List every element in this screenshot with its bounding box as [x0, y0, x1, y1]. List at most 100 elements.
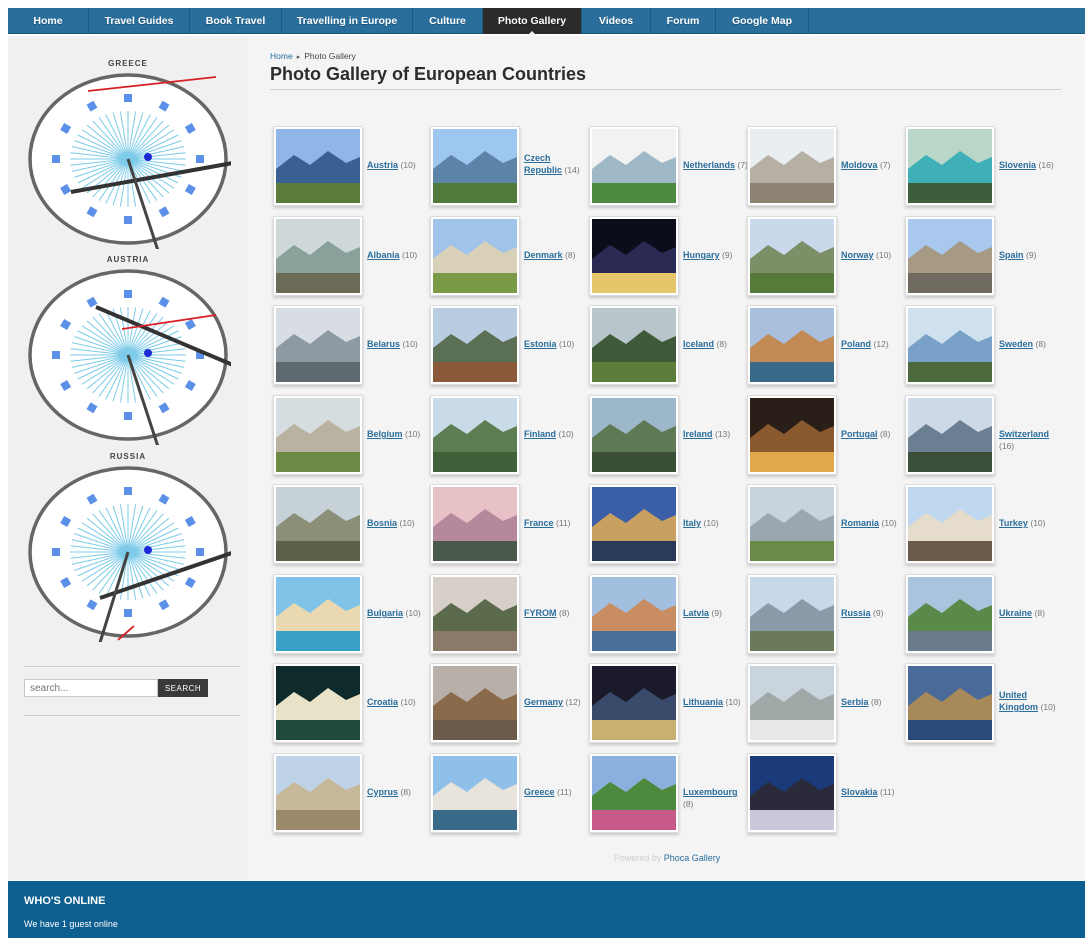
country-thumbnail[interactable]	[273, 484, 363, 564]
country-link[interactable]: Belgium	[367, 429, 403, 439]
country-link[interactable]: Moldova	[841, 160, 878, 170]
country-link[interactable]: Italy	[683, 518, 701, 528]
country-thumbnail[interactable]	[273, 574, 363, 654]
country-thumbnail[interactable]	[273, 395, 363, 475]
country-thumbnail[interactable]	[273, 126, 363, 206]
country-thumbnail[interactable]	[430, 305, 520, 385]
country-link[interactable]: Czech Republic	[524, 153, 562, 175]
country-thumbnail[interactable]	[589, 305, 679, 385]
country-link[interactable]: Romania	[841, 518, 879, 528]
country-thumbnail[interactable]	[905, 484, 995, 564]
country-thumbnail[interactable]	[273, 216, 363, 296]
country-thumbnail[interactable]	[430, 216, 520, 296]
country-link[interactable]: Cyprus	[367, 787, 398, 797]
country-link[interactable]: Finland	[524, 429, 556, 439]
country-link[interactable]: Norway	[841, 250, 874, 260]
country-link[interactable]: Serbia	[841, 697, 869, 707]
country-link[interactable]: France	[524, 518, 554, 528]
nav-photo-gallery[interactable]: Photo Gallery	[483, 8, 582, 35]
country-thumbnail[interactable]	[905, 305, 995, 385]
nav-travel-guides[interactable]: Travel Guides	[89, 8, 190, 34]
photo-count: (10)	[1040, 702, 1056, 712]
country-thumbnail[interactable]	[589, 216, 679, 296]
nav-google-map[interactable]: Google Map	[716, 8, 809, 34]
country-link[interactable]: Turkey	[999, 518, 1028, 528]
country-link[interactable]: Poland	[841, 339, 871, 349]
country-thumbnail[interactable]	[273, 663, 363, 743]
country-thumbnail[interactable]	[589, 126, 679, 206]
country-thumbnail[interactable]	[430, 395, 520, 475]
country-link[interactable]: Portugal	[841, 429, 878, 439]
country-link[interactable]: Ukraine	[999, 608, 1032, 618]
country-link[interactable]: Lithuania	[683, 697, 723, 707]
country-link[interactable]: Luxembourg	[683, 787, 738, 797]
country-thumbnail[interactable]	[747, 574, 837, 654]
country-thumbnail[interactable]	[905, 126, 995, 206]
photo-count: (11)	[556, 518, 571, 528]
country-link[interactable]: Netherlands	[683, 160, 735, 170]
country-thumbnail[interactable]	[589, 395, 679, 475]
nav-culture[interactable]: Culture	[413, 8, 483, 34]
country-link[interactable]: Hungary	[683, 250, 720, 260]
country-thumbnail[interactable]	[589, 484, 679, 564]
nav-forum[interactable]: Forum	[651, 8, 716, 34]
country-thumbnail[interactable]	[273, 753, 363, 833]
country-link[interactable]: Latvia	[683, 608, 709, 618]
nav-videos[interactable]: Videos	[582, 8, 651, 34]
breadcrumb-home-link[interactable]: Home	[270, 51, 293, 61]
country-link[interactable]: Russia	[841, 608, 871, 618]
photo-thumbnail-image	[276, 308, 360, 382]
photo-thumbnail-image	[750, 487, 834, 561]
nav-home[interactable]: Home	[8, 8, 89, 34]
nav-travelling-in-europe[interactable]: Travelling in Europe	[282, 8, 413, 34]
country-thumbnail[interactable]	[905, 574, 995, 654]
country-thumbnail[interactable]	[589, 753, 679, 833]
country-thumbnail[interactable]	[747, 305, 837, 385]
country-thumbnail[interactable]	[430, 126, 520, 206]
country-link[interactable]: Albania	[367, 250, 400, 260]
country-link[interactable]: Switzerland	[999, 429, 1049, 439]
photo-count: (10)	[725, 697, 741, 707]
country-thumbnail[interactable]	[905, 216, 995, 296]
country-thumbnail[interactable]	[273, 305, 363, 385]
country-thumbnail[interactable]	[747, 484, 837, 564]
country-link[interactable]: Bulgaria	[367, 608, 403, 618]
search-input[interactable]	[24, 679, 158, 697]
phoca-gallery-link[interactable]: Phoca Gallery	[664, 853, 721, 863]
country-link[interactable]: Austria	[367, 160, 398, 170]
country-link[interactable]: Spain	[999, 250, 1024, 260]
country-thumbnail[interactable]	[589, 663, 679, 743]
country-link[interactable]: Greece	[524, 787, 555, 797]
country-link[interactable]: United Kingdom	[999, 690, 1038, 712]
country-thumbnail[interactable]	[905, 395, 995, 475]
country-link[interactable]: Estonia	[524, 339, 557, 349]
photo-thumbnail-image	[433, 219, 517, 293]
country-thumbnail[interactable]	[430, 574, 520, 654]
country-link[interactable]: Belarus	[367, 339, 400, 349]
country-thumbnail[interactable]	[747, 216, 837, 296]
country-link[interactable]: FYROM	[524, 608, 557, 618]
country-thumbnail[interactable]	[430, 753, 520, 833]
country-thumbnail[interactable]	[905, 663, 995, 743]
country-link[interactable]: Iceland	[683, 339, 714, 349]
country-thumbnail[interactable]	[589, 574, 679, 654]
country-link[interactable]: Denmark	[524, 250, 563, 260]
country-caption: Czech Republic (14)	[524, 152, 590, 176]
photo-thumbnail-image	[908, 487, 992, 561]
country-link[interactable]: Sweden	[999, 339, 1033, 349]
country-thumbnail[interactable]	[747, 126, 837, 206]
country-thumbnail[interactable]	[747, 753, 837, 833]
photo-thumbnail-image	[276, 398, 360, 472]
country-link[interactable]: Slovakia	[841, 787, 878, 797]
country-thumbnail[interactable]	[430, 484, 520, 564]
country-link[interactable]: Germany	[524, 697, 563, 707]
country-thumbnail[interactable]	[747, 663, 837, 743]
nav-book-travel[interactable]: Book Travel	[190, 8, 282, 34]
country-thumbnail[interactable]	[430, 663, 520, 743]
country-link[interactable]: Bosnia	[367, 518, 397, 528]
search-button[interactable]: SEARCH	[158, 679, 208, 697]
country-thumbnail[interactable]	[747, 395, 837, 475]
country-link[interactable]: Ireland	[683, 429, 713, 439]
country-link[interactable]: Croatia	[367, 697, 398, 707]
country-link[interactable]: Slovenia	[999, 160, 1036, 170]
